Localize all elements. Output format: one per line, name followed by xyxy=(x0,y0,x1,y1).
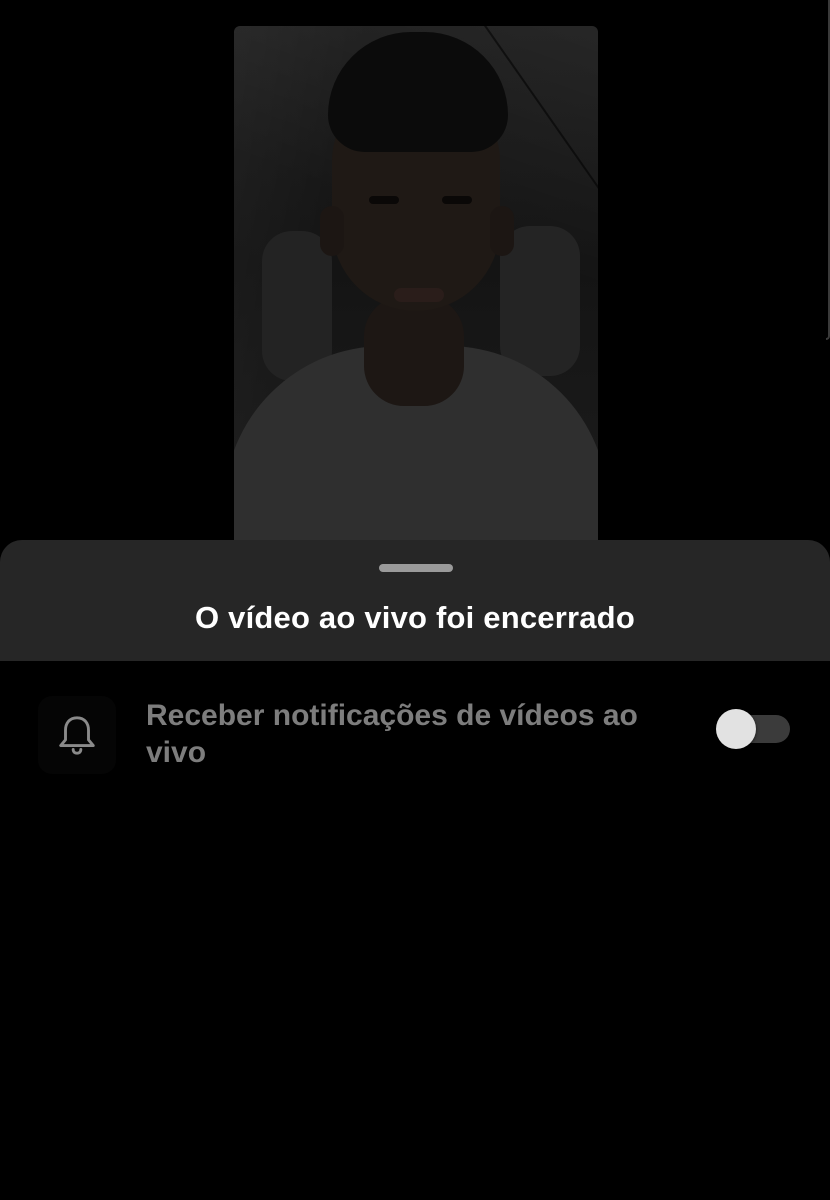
live-video-preview xyxy=(234,26,598,556)
person-ear-left xyxy=(320,206,344,256)
person-eye-right xyxy=(442,196,472,204)
drag-handle[interactable] xyxy=(379,564,453,572)
bell-icon xyxy=(59,716,95,755)
sheet-title: O vídeo ao vivo foi encerrado xyxy=(195,600,635,635)
person-eye-left xyxy=(369,196,399,204)
live-notifications-row[interactable]: Receber notificações de vídeos ao vivo xyxy=(0,661,830,791)
bell-icon-container xyxy=(38,696,116,774)
person-mouth xyxy=(394,288,444,302)
live-notifications-toggle[interactable] xyxy=(716,709,792,749)
live-ended-screen: O vídeo ao vivo foi encerrado Receber no… xyxy=(0,0,830,1200)
bottom-sheet: O vídeo ao vivo foi encerrado Receber no… xyxy=(0,540,830,1200)
sheet-body: Receber notificações de vídeos ao vivo xyxy=(0,661,830,1200)
sheet-header: O vídeo ao vivo foi encerrado xyxy=(0,540,830,661)
live-notifications-label: Receber notificações de vídeos ao vivo xyxy=(146,699,638,769)
person-ear-right xyxy=(490,206,514,256)
device-edge xyxy=(826,0,830,340)
toggle-knob xyxy=(716,709,756,749)
person-neck xyxy=(364,296,464,406)
